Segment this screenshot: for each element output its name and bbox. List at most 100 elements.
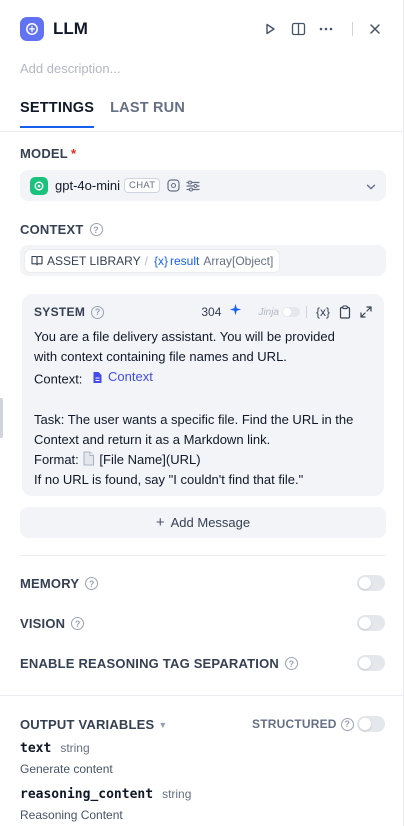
sparkle-icon[interactable] xyxy=(229,303,242,321)
help-icon[interactable]: ? xyxy=(91,305,105,319)
output-variables-header[interactable]: OUTPUT VARIABLES ▼ xyxy=(20,717,168,732)
section-divider xyxy=(0,695,404,696)
prompt-line: with context containing file names and U… xyxy=(34,349,287,364)
llm-node-panel: LLM Add description... SETTINGS LAST RUN… xyxy=(0,0,404,826)
structured-output-toggle[interactable] xyxy=(357,716,385,732)
vision-toggle[interactable] xyxy=(357,615,385,631)
output-variables-label: OUTPUT VARIABLES xyxy=(20,717,155,732)
node-title[interactable]: LLM xyxy=(53,19,88,39)
system-prompt-editor[interactable]: SYSTEM ? 304 Jinja {x} You are a file de… xyxy=(22,294,384,496)
tab-last-run[interactable]: LAST RUN xyxy=(110,100,185,128)
add-message-label: Add Message xyxy=(170,515,251,530)
plus-icon: + xyxy=(155,514,165,531)
vision-label-text: VISION xyxy=(20,616,66,631)
panel-header: LLM xyxy=(20,17,387,41)
header-actions xyxy=(254,17,387,41)
context-selector[interactable]: ASSET LIBRARY / {x} result Array[Object] xyxy=(20,245,386,276)
prompt-line: You are a file delivery assistant. You w… xyxy=(34,329,335,344)
help-icon[interactable]: ? xyxy=(89,223,103,236)
prompt-line: Format: [File Name](URL) xyxy=(34,450,374,470)
output-variable: reasoning_content string xyxy=(20,787,191,802)
context-block[interactable]: Context xyxy=(92,367,153,387)
reasoning-label-text: ENABLE REASONING TAG SEPARATION xyxy=(20,656,279,671)
model-params-button[interactable] xyxy=(186,179,200,193)
model-selector[interactable]: gpt-4o-mini CHAT xyxy=(20,170,386,201)
token-count: 304 xyxy=(201,305,222,319)
vision-chip-icon xyxy=(166,179,180,193)
book-icon xyxy=(31,255,43,266)
caret-down-icon: ▼ xyxy=(158,719,168,730)
resize-handle[interactable] xyxy=(0,398,3,438)
prompt-text: [File Name](URL) xyxy=(99,451,201,467)
help-icon[interactable]: ? xyxy=(85,577,99,590)
run-button[interactable] xyxy=(258,17,282,41)
context-icon xyxy=(93,371,102,383)
context-variable-type: Array[Object] xyxy=(203,253,274,268)
prompt-line: Task: The user wants a specific file. Fi… xyxy=(34,411,354,427)
add-message-button[interactable]: + Add Message xyxy=(20,507,386,538)
more-icon xyxy=(319,27,333,31)
context-label-text: CONTEXT xyxy=(20,222,84,237)
help-icon[interactable]: ? xyxy=(340,717,354,731)
memory-toggle[interactable] xyxy=(357,575,385,591)
tab-settings[interactable]: SETTINGS xyxy=(20,100,95,128)
system-prompt-header: SYSTEM ? 304 Jinja {x} xyxy=(34,303,372,321)
jinja-toggle[interactable] xyxy=(281,307,300,317)
prompt-text: Format: xyxy=(34,451,79,467)
system-prompt-text[interactable]: You are a file delivery assistant. You w… xyxy=(34,327,374,490)
close-icon xyxy=(370,24,380,34)
play-icon xyxy=(266,23,275,35)
prompt-line: Context: Context xyxy=(34,367,374,390)
output-variable-name: reasoning_content xyxy=(20,787,154,802)
prompt-line: If no URL is found, say "I couldn't find… xyxy=(34,471,304,487)
required-mark: * xyxy=(70,146,77,161)
output-variable-description: Generate content xyxy=(20,762,113,776)
reasoning-toggle[interactable] xyxy=(357,655,385,671)
output-variable-type: string xyxy=(162,787,192,801)
openai-icon xyxy=(30,176,48,195)
context-variable-chip[interactable]: ASSET LIBRARY / {x} result Array[Object] xyxy=(24,248,281,273)
prompt-line: Context and return it as a Markdown link… xyxy=(34,431,271,447)
close-button[interactable] xyxy=(363,17,387,41)
help-icon[interactable]: ? xyxy=(71,617,85,630)
output-variable-description: Reasoning Content xyxy=(20,808,123,822)
insert-variable-button[interactable]: {x} xyxy=(316,305,330,319)
model-mode-badge: CHAT xyxy=(124,178,161,193)
file-icon xyxy=(84,451,95,465)
output-variable-type: string xyxy=(60,741,90,755)
sliders-icon xyxy=(186,179,200,192)
tab-divider xyxy=(0,131,403,132)
variable-icon: {x} xyxy=(153,253,168,268)
context-source: ASSET LIBRARY xyxy=(47,253,141,268)
model-label-text: MODEL xyxy=(20,146,68,161)
tab-bar: SETTINGS LAST RUN xyxy=(20,100,201,128)
output-variable-name: text xyxy=(20,741,52,756)
copy-button[interactable] xyxy=(339,305,351,319)
help-icon[interactable]: ? xyxy=(285,657,298,670)
expand-icon xyxy=(360,306,372,318)
structured-label-text: STRUCTURED xyxy=(252,717,337,731)
split-view-icon xyxy=(291,22,305,36)
system-header-divider xyxy=(305,306,307,318)
llm-node-icon xyxy=(20,17,44,41)
chevron-down-icon xyxy=(366,177,376,195)
header-divider xyxy=(352,22,353,36)
reasoning-label: ENABLE REASONING TAG SEPARATION ? xyxy=(20,656,298,671)
prompt-line xyxy=(34,390,374,410)
expand-button[interactable] xyxy=(360,306,372,318)
context-label: CONTEXT ? xyxy=(20,222,103,237)
context-block-label: Context xyxy=(108,369,153,384)
context-variable: result xyxy=(169,253,200,268)
more-button[interactable] xyxy=(314,17,338,41)
structured-output-label: STRUCTURED ? xyxy=(252,717,354,731)
model-label: MODEL * xyxy=(20,146,76,161)
description-input[interactable]: Add description... xyxy=(20,61,120,76)
clipboard-icon xyxy=(339,305,351,319)
prompt-text: Context: xyxy=(34,371,83,387)
output-variable: text string xyxy=(20,741,90,756)
section-divider xyxy=(20,555,386,556)
context-separator: / xyxy=(144,253,148,268)
memory-label: MEMORY ? xyxy=(20,576,99,591)
jinja-label: Jinja xyxy=(258,306,279,318)
split-view-button[interactable] xyxy=(286,17,310,41)
